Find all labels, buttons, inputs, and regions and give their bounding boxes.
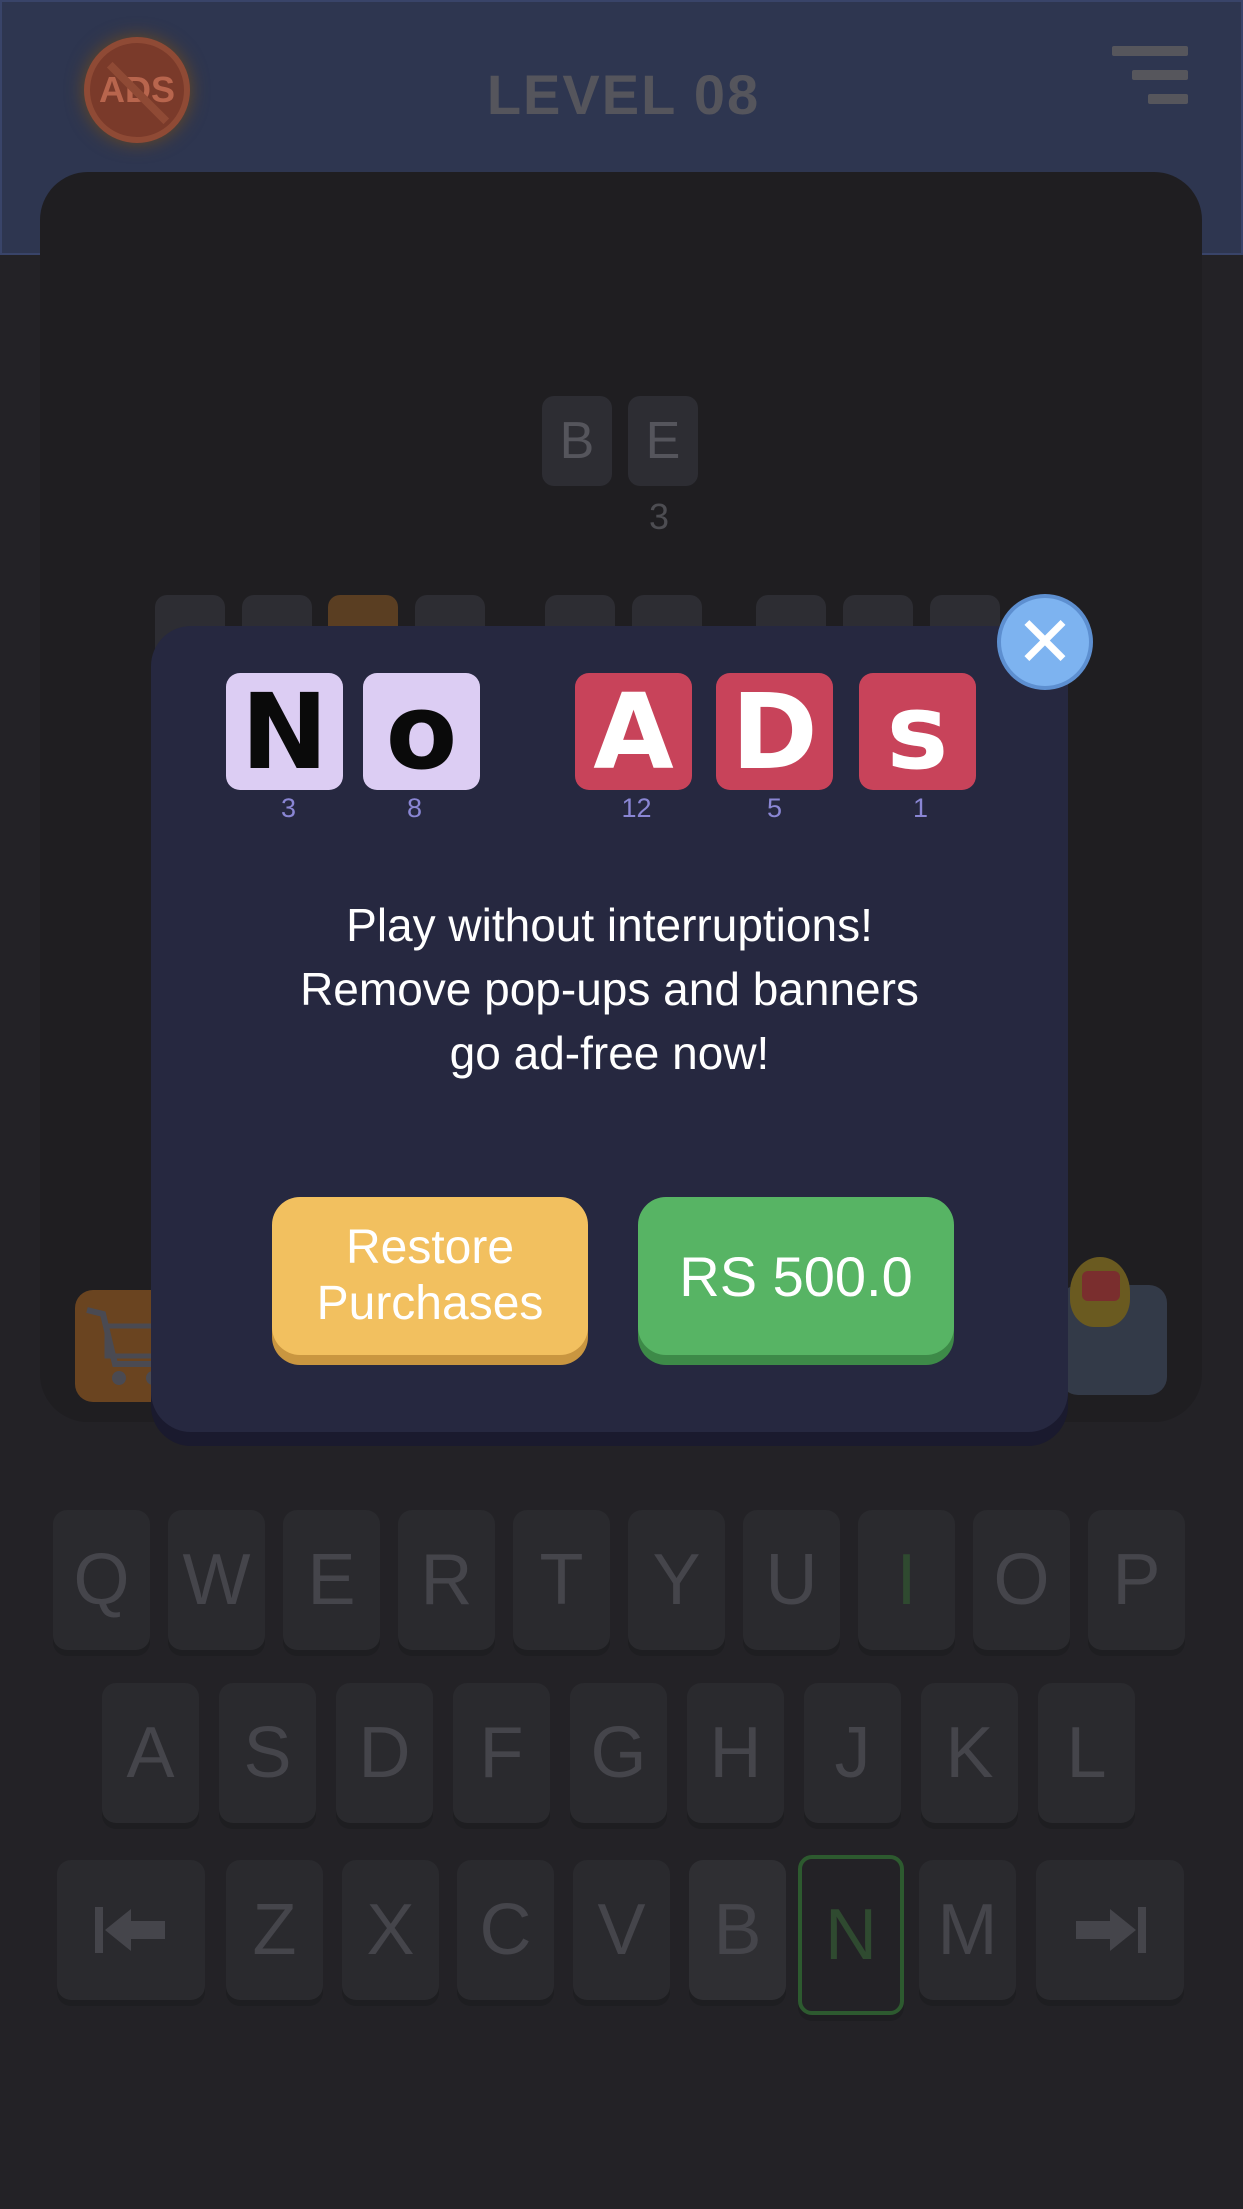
menu-icon[interactable] (1112, 46, 1188, 106)
key-s[interactable]: S (219, 1683, 316, 1823)
key-o[interactable]: O (973, 1510, 1070, 1650)
key-k[interactable]: K (921, 1683, 1018, 1823)
clue-tile: B (542, 396, 612, 486)
promo-line: Remove pop-ups and banners (300, 963, 919, 1015)
promo-text: Play without interruptions! Remove pop-u… (151, 893, 1068, 1085)
key-j[interactable]: J (804, 1683, 901, 1823)
keyboard: Q W E R T Y U I O P A S D F G H J K L Z … (0, 1430, 1243, 2209)
key-r[interactable]: R (398, 1510, 495, 1650)
restore-purchases-button[interactable]: Restore Purchases (272, 1197, 588, 1355)
title-tile-number: 3 (280, 793, 297, 823)
game-screen: ADS LEVEL 08 B E 3 Q W E (0, 0, 1243, 2209)
key-backspace[interactable] (57, 1860, 205, 2000)
restore-label-line1: Restore (345, 1221, 515, 1274)
video-play-icon (1082, 1271, 1120, 1301)
title-tile-number: 5 (766, 793, 783, 823)
key-w[interactable]: W (168, 1510, 265, 1650)
key-x[interactable]: X (342, 1860, 439, 2000)
key-z[interactable]: Z (226, 1860, 323, 2000)
title-tile: s (859, 671, 976, 793)
close-icon[interactable]: ✕ (997, 594, 1093, 690)
title-tile: o (363, 671, 480, 793)
restore-label-line2: Purchases (316, 1277, 544, 1330)
key-a[interactable]: A (102, 1683, 199, 1823)
title-tile: D (716, 671, 833, 793)
promo-line: Play without interruptions! (346, 899, 873, 951)
arrow-right-bar-icon (1076, 1907, 1146, 1953)
key-p[interactable]: P (1088, 1510, 1185, 1650)
key-h[interactable]: H (687, 1683, 784, 1823)
key-forward[interactable] (1036, 1860, 1184, 2000)
title-tile: N (226, 671, 343, 793)
video-hint-button[interactable] (1060, 1257, 1167, 1395)
key-y[interactable]: Y (628, 1510, 725, 1650)
key-e[interactable]: E (283, 1510, 380, 1650)
level-title: LEVEL 08 (486, 63, 761, 126)
key-f[interactable]: F (453, 1683, 550, 1823)
key-u[interactable]: U (743, 1510, 840, 1650)
key-l[interactable]: L (1038, 1683, 1135, 1823)
title-tile-number: 12 (621, 793, 652, 823)
key-i[interactable]: I (858, 1510, 955, 1650)
key-t[interactable]: T (513, 1510, 610, 1650)
key-v[interactable]: V (573, 1860, 670, 2000)
key-m[interactable]: M (919, 1860, 1016, 2000)
clue-tile: E (628, 396, 698, 486)
clue-number: 3 (649, 496, 670, 537)
buy-no-ads-button[interactable]: RS 500.0 (638, 1197, 954, 1355)
title-tile-number: 1 (912, 793, 929, 823)
key-q[interactable]: Q (53, 1510, 150, 1650)
arrow-left-bar-icon (95, 1907, 165, 1953)
key-g[interactable]: G (570, 1683, 667, 1823)
key-d[interactable]: D (336, 1683, 433, 1823)
promo-line: go ad-free now! (449, 1027, 770, 1079)
title-tile: A (575, 671, 692, 793)
key-b[interactable]: B (689, 1860, 786, 2000)
key-c[interactable]: C (457, 1860, 554, 2000)
key-n[interactable]: N (798, 1855, 904, 2015)
title-tile-number: 8 (406, 793, 423, 823)
